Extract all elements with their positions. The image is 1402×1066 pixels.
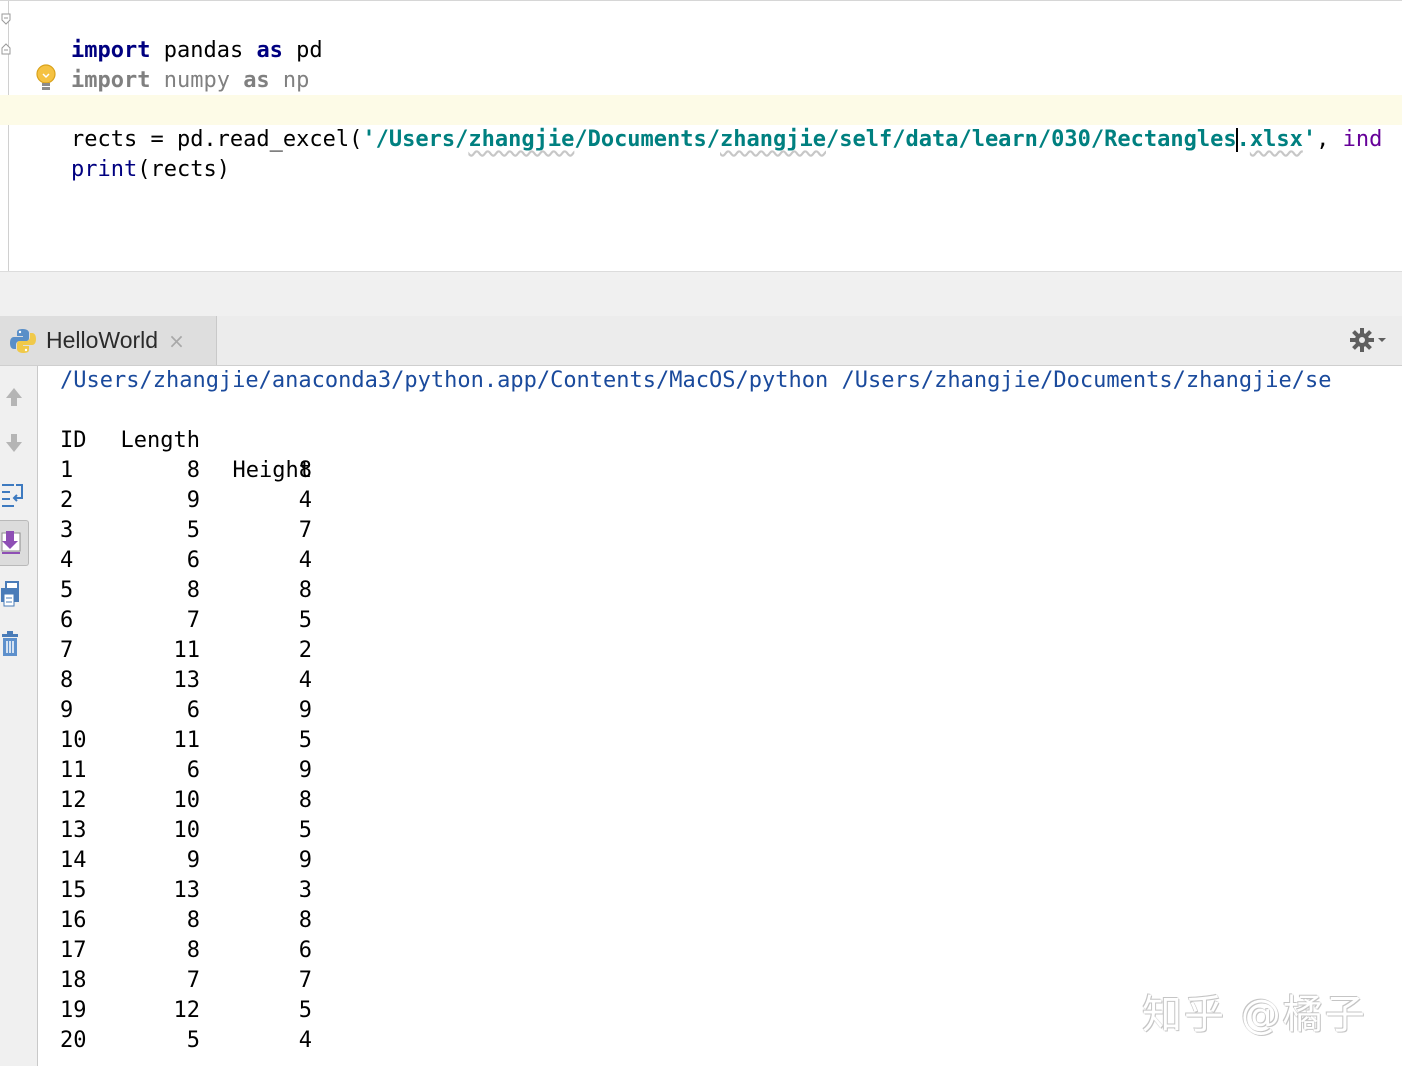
table-row: 19 12 5	[60, 996, 460, 1026]
row-height: 5	[298, 998, 312, 1023]
gear-icon	[1350, 328, 1374, 352]
string-literal: /Documents/	[574, 127, 721, 152]
fold-marker-icon[interactable]	[1, 43, 11, 55]
table-row: 18 7 7	[60, 966, 460, 996]
code-line-2: import numpy as np	[18, 36, 309, 93]
row-height: 3	[298, 878, 312, 903]
chevron-down-icon	[1378, 338, 1386, 342]
row-height: 8	[298, 578, 312, 603]
string-literal: .	[1236, 127, 1250, 152]
editor-gutter	[0, 1, 9, 271]
string-literal: /self/data/learn/030/Rectangles	[826, 127, 1237, 152]
row-height: 5	[298, 728, 312, 753]
soft-wrap-icon[interactable]	[0, 476, 30, 512]
builtin-function: print	[70, 157, 138, 182]
code-editor[interactable]: import pandas as pd import numpy as np r…	[0, 0, 1402, 271]
gear-icon[interactable]	[1348, 326, 1392, 354]
fold-marker-icon[interactable]	[1, 13, 11, 25]
row-height: 2	[298, 638, 312, 663]
keyword: import	[70, 68, 151, 93]
table-row: 12 10 8	[60, 786, 460, 816]
up-arrow-icon[interactable]	[0, 378, 30, 414]
string-literal: zhangjie	[720, 127, 826, 152]
string-literal: xlsx	[1249, 127, 1303, 152]
table-row: 13 10 5	[60, 816, 460, 846]
table-row: 8 13 4	[60, 666, 460, 696]
row-height: 7	[298, 968, 312, 993]
row-height: 4	[298, 488, 312, 513]
row-height: 4	[298, 668, 312, 693]
row-height: 8	[298, 788, 312, 813]
row-height: 5	[298, 608, 312, 633]
row-height: 9	[298, 698, 312, 723]
python-icon	[10, 328, 36, 353]
console-output[interactable]: /Users/zhangjie/anaconda3/python.app/Con…	[38, 366, 1402, 1066]
run-panel-header: HelloWorld ×	[0, 316, 1402, 366]
panel-splitter[interactable]	[0, 271, 1402, 317]
module-name: numpy	[150, 68, 244, 93]
row-height: 8	[298, 908, 312, 933]
row-height: 4	[298, 1028, 312, 1053]
row-height: 8	[298, 458, 312, 483]
scroll-to-end-button[interactable]	[0, 520, 29, 566]
alias: np	[269, 68, 310, 93]
index-name: ID	[60, 428, 87, 453]
trash-icon[interactable]	[0, 626, 30, 662]
table-row: 294	[60, 486, 460, 516]
tab-label: HelloWorld	[46, 327, 159, 353]
keyword: as	[243, 68, 270, 93]
table-row: 17 8 6	[60, 936, 460, 966]
dataframe-header: Length Height	[60, 396, 460, 483]
table-row: 188	[60, 456, 460, 486]
row-height: 9	[298, 848, 312, 873]
code-line-5: print(rects)	[18, 125, 230, 182]
code-text: ,	[1316, 127, 1343, 152]
keyword-argument: ind	[1342, 127, 1383, 152]
table-row: 357	[60, 516, 460, 546]
string-literal: zhangjie	[468, 127, 575, 152]
code-text: (rects)	[137, 157, 230, 182]
lightbulb-icon[interactable]	[34, 63, 58, 93]
table-row: 20 5 4	[60, 1026, 460, 1056]
tab-helloworld[interactable]: HelloWorld ×	[0, 316, 217, 365]
table-row: 14 9 9	[60, 846, 460, 876]
down-arrow-icon[interactable]	[0, 426, 30, 462]
row-height: 4	[298, 548, 312, 573]
row-height: 5	[298, 818, 312, 843]
close-icon[interactable]: ×	[168, 331, 188, 351]
table-row: 969	[60, 696, 460, 726]
table-row: 11 6 9	[60, 756, 460, 786]
watermark: 知乎 @橘子	[1142, 992, 1367, 1038]
table-row: 7 11 2	[60, 636, 460, 666]
table-row: 675	[60, 606, 460, 636]
table-row: 588	[60, 576, 460, 606]
print-icon[interactable]	[0, 576, 30, 612]
code-line-1: import pandas as pd	[18, 6, 323, 63]
string-literal: '/Users/	[362, 127, 469, 152]
table-row: 15 13 3	[60, 876, 460, 906]
table-row: 10 11 5	[60, 726, 460, 756]
row-height: 6	[298, 938, 312, 963]
console-command-line: /Users/zhangjie/anaconda3/python.app/Con…	[60, 368, 1332, 393]
scroll-to-end-icon	[1, 531, 21, 554]
code-line-4: rects = pd.read_excel('/Users/zhangjie/D…	[0, 95, 1402, 152]
table-row: 16 8 8	[60, 906, 460, 936]
table-row: 464	[60, 546, 460, 576]
row-height: 7	[298, 518, 312, 543]
console-toolbar	[0, 366, 38, 1066]
string-literal: '	[1302, 127, 1317, 152]
row-height: 9	[298, 758, 312, 783]
